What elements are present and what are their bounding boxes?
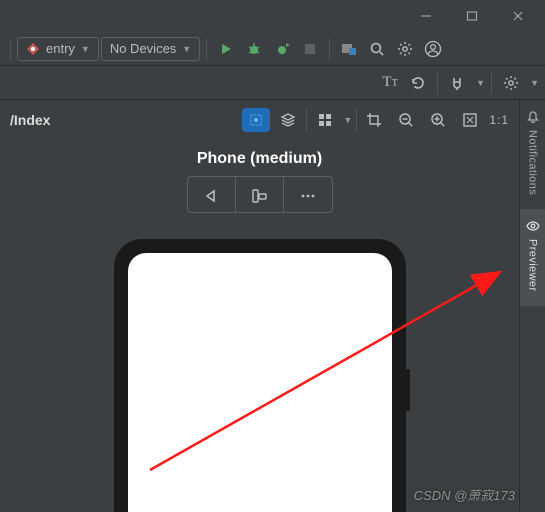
gear-button[interactable] <box>498 70 524 96</box>
settings-button[interactable] <box>392 36 418 62</box>
plugin-button[interactable] <box>444 70 470 96</box>
phone-frame <box>114 239 406 512</box>
more-options-button[interactable] <box>284 177 332 213</box>
eye-icon <box>526 219 540 233</box>
previewer-tab[interactable]: Previewer <box>520 209 545 306</box>
main-toolbar: entry ▼ No Devices ▼ <box>0 32 545 66</box>
module-selector[interactable]: entry ▼ <box>17 37 99 61</box>
window-maximize-button[interactable] <box>449 0 495 32</box>
refresh-button[interactable] <box>405 70 431 96</box>
debug-button[interactable] <box>241 36 267 62</box>
separator <box>206 38 207 60</box>
separator <box>437 72 438 94</box>
notifications-tab[interactable]: Notifications <box>520 100 545 209</box>
fit-screen-button[interactable] <box>457 107 483 133</box>
module-icon <box>26 42 40 56</box>
zoom-out-button[interactable] <box>393 107 419 133</box>
module-label: entry <box>46 41 75 56</box>
separator <box>356 109 357 131</box>
run-button[interactable] <box>213 36 239 62</box>
layers-button[interactable] <box>274 108 302 132</box>
separator <box>306 109 307 131</box>
rotate-device-button[interactable] <box>236 177 284 213</box>
inspector-toggle[interactable] <box>242 108 270 132</box>
grid-button[interactable] <box>311 108 339 132</box>
phone-side-button <box>406 369 410 411</box>
preview-toolbar: /Index ▼ 1:1 <box>0 100 519 140</box>
chevron-down-icon[interactable]: ▼ <box>530 78 539 88</box>
separator <box>329 38 330 60</box>
stop-button[interactable] <box>297 36 323 62</box>
separator <box>491 72 492 94</box>
search-button[interactable] <box>364 36 390 62</box>
right-tool-rail: Notifications Previewer <box>519 100 545 512</box>
account-button[interactable] <box>420 36 446 62</box>
debug-test-button[interactable] <box>269 36 295 62</box>
crop-button[interactable] <box>361 107 387 133</box>
file-tab-label: /Index <box>10 112 50 128</box>
window-close-button[interactable] <box>495 0 541 32</box>
text-size-button[interactable]: TT <box>377 70 403 96</box>
back-button[interactable] <box>188 177 236 213</box>
project-icon[interactable] <box>336 36 362 62</box>
zoom-ratio-label[interactable]: 1:1 <box>489 113 509 127</box>
editor-toolbar: TT ▼ ▼ <box>0 66 545 100</box>
device-selector[interactable]: No Devices ▼ <box>101 37 200 61</box>
chevron-down-icon: ▼ <box>182 44 191 54</box>
chevron-down-icon[interactable]: ▼ <box>476 78 485 88</box>
device-name-label: Phone (medium) <box>197 150 322 168</box>
watermark: CSDN @萧寂173 <box>414 485 515 504</box>
device-label: No Devices <box>110 41 176 56</box>
chevron-down-icon[interactable]: ▼ <box>343 115 352 125</box>
bell-icon <box>526 110 540 124</box>
phone-screen[interactable] <box>128 253 392 512</box>
previewer-label: Previewer <box>527 239 539 292</box>
device-controls <box>187 176 333 213</box>
separator <box>10 38 11 60</box>
zoom-in-button[interactable] <box>425 107 451 133</box>
preview-canvas: Phone (medium) <box>0 140 519 512</box>
window-minimize-button[interactable] <box>403 0 449 32</box>
chevron-down-icon: ▼ <box>81 44 90 54</box>
notifications-label: Notifications <box>527 130 539 195</box>
